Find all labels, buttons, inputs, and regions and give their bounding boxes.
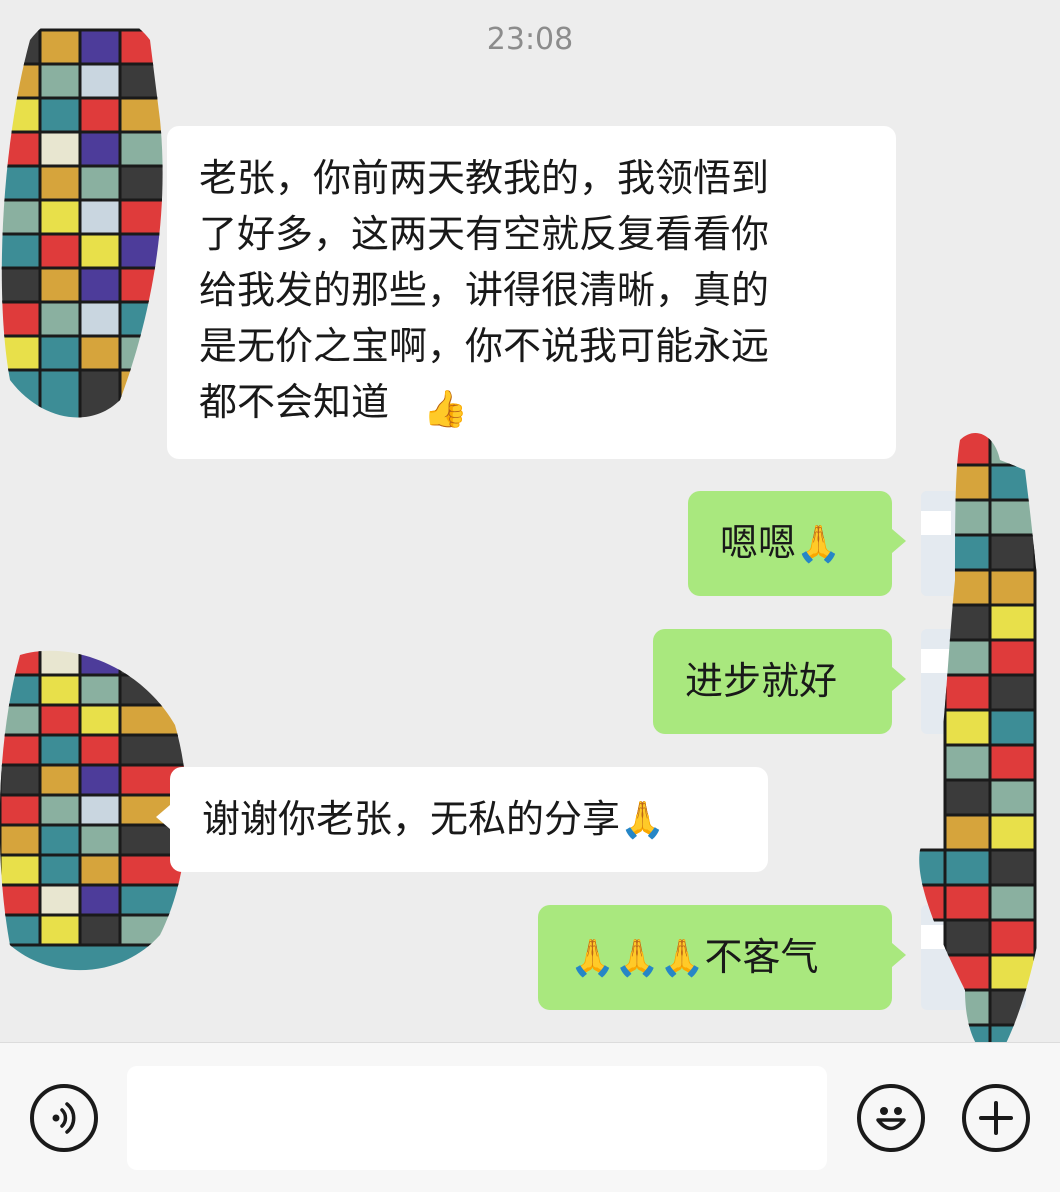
plus-icon <box>979 1101 1013 1135</box>
message-text: 谢谢你老张，无私的分享 <box>202 797 621 841</box>
message-input[interactable] <box>127 1066 827 1170</box>
thumbs-up-icon: 👍 <box>423 389 468 430</box>
redacted-avatar-mosaic <box>0 0 165 420</box>
redaction-mosaic <box>915 430 1060 1042</box>
outgoing-message-bubble[interactable]: 🙏🙏🙏不客气 <box>538 905 906 1010</box>
message-text: 嗯嗯 <box>720 521 797 565</box>
message-input-toolbar <box>0 1042 1060 1192</box>
chat-area[interactable]: 23:08 老张，你前两天教我的，我领悟到 了好多，这两天有空就反复看看你 给我… <box>0 0 1060 1042</box>
incoming-message-bubble[interactable]: 谢谢你老张，无私的分享🙏 <box>156 767 768 872</box>
emoji-button[interactable] <box>857 1084 925 1152</box>
praying-hands-icon: 🙏 <box>620 800 665 841</box>
praying-hands-icon: 🙏🙏🙏 <box>570 938 705 979</box>
incoming-message-bubble[interactable]: 老张，你前两天教我的，我领悟到 了好多，这两天有空就反复看看你 给我发的那些，讲… <box>167 126 896 459</box>
smiley-icon <box>876 1107 906 1131</box>
outgoing-message-bubble[interactable]: 嗯嗯🙏 <box>688 491 906 596</box>
more-options-button[interactable] <box>962 1084 1030 1152</box>
message-text: 老张，你前两天教我的，我领悟到 了好多，这两天有空就反复看看你 给我发的那些，讲… <box>199 156 770 424</box>
voice-icon <box>52 1102 76 1134</box>
outgoing-message-bubble[interactable]: 进步就好 <box>653 629 906 734</box>
message-text: 进步就好 <box>685 659 838 703</box>
voice-input-button[interactable] <box>30 1084 98 1152</box>
praying-hands-icon: 🙏 <box>796 524 841 565</box>
message-text: 不客气 <box>704 935 819 979</box>
